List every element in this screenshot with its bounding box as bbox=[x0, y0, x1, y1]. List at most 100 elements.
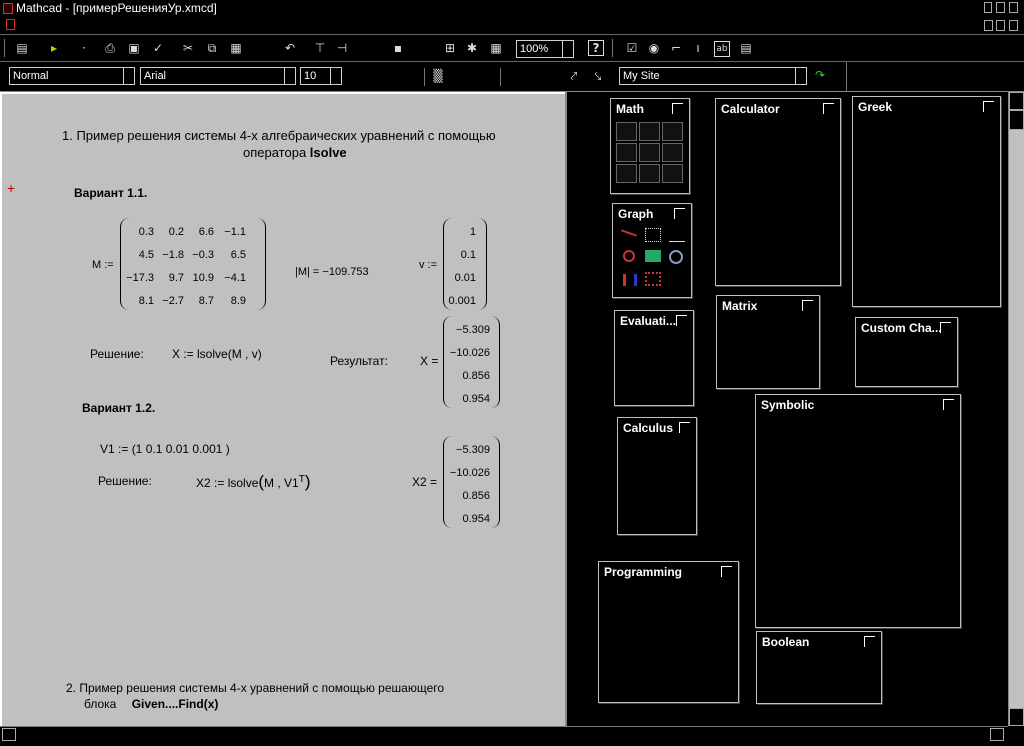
palette-close-icon[interactable] bbox=[679, 422, 690, 433]
evaluation-toolbar-icon[interactable] bbox=[616, 143, 637, 162]
bar-plot-icon[interactable] bbox=[623, 274, 637, 286]
boolean-toolbar-icon[interactable] bbox=[662, 143, 683, 162]
palette-close-icon[interactable] bbox=[721, 566, 732, 577]
insert-unit-icon[interactable]: ⊞ bbox=[442, 41, 458, 57]
palette-close-icon[interactable] bbox=[676, 315, 687, 326]
palette-close-icon[interactable] bbox=[674, 208, 685, 219]
cut-icon[interactable]: ✂ bbox=[180, 41, 196, 57]
matrix-toolbar-icon[interactable] bbox=[662, 122, 683, 141]
scroll-thumb[interactable] bbox=[1009, 110, 1024, 130]
go-back-icon[interactable]: ⤤ bbox=[566, 69, 582, 85]
doc-minimize-button[interactable] bbox=[984, 20, 993, 31]
surface-plot-icon[interactable] bbox=[669, 228, 685, 242]
spellcheck-icon[interactable]: ✓ bbox=[150, 41, 166, 57]
checkbox-control-icon[interactable]: ☑ bbox=[624, 41, 640, 57]
copy-icon[interactable]: ⧉ bbox=[204, 41, 220, 57]
palette-close-icon[interactable] bbox=[864, 636, 875, 647]
greek-palette[interactable]: Greek bbox=[852, 96, 1001, 307]
polar-plot-icon[interactable] bbox=[645, 228, 661, 242]
doc-close-button[interactable] bbox=[1009, 20, 1018, 31]
worksheet[interactable]: 1. Пример решения системы 4-х алгебраиче… bbox=[0, 92, 565, 726]
align-across-icon[interactable]: ⊣ bbox=[334, 41, 350, 57]
horizontal-scrollbar[interactable] bbox=[0, 726, 1008, 742]
paste-icon[interactable]: ▦ bbox=[228, 41, 244, 57]
undo-icon[interactable]: ↶ bbox=[282, 41, 298, 57]
heading-2-prefix: блока bbox=[84, 697, 117, 711]
3d-scatter-icon[interactable] bbox=[669, 250, 683, 264]
print-icon[interactable]: ⎙ bbox=[102, 41, 118, 57]
align-top-icon[interactable]: ⊤ bbox=[312, 41, 328, 57]
graph-palette[interactable]: Graph bbox=[612, 203, 692, 298]
font-size-select[interactable]: 10 bbox=[300, 67, 342, 85]
restore-button[interactable] bbox=[996, 2, 1005, 13]
save-icon[interactable]: · bbox=[76, 41, 92, 57]
radio-control-icon[interactable]: ◉ bbox=[646, 41, 662, 57]
graph-palette-title: Graph bbox=[618, 207, 654, 221]
m-cell: −1.1 bbox=[224, 226, 246, 238]
palette-close-icon[interactable] bbox=[823, 103, 834, 114]
chevron-down-icon[interactable] bbox=[795, 67, 807, 85]
graph-toolbar-icon[interactable] bbox=[639, 122, 660, 141]
result-label: Результат: bbox=[330, 354, 388, 368]
programming-palette[interactable]: Programming bbox=[598, 561, 739, 703]
calculus-toolbar-icon[interactable] bbox=[639, 143, 660, 162]
slider-control-icon[interactable]: ı bbox=[690, 41, 706, 57]
palette-close-icon[interactable] bbox=[672, 103, 683, 114]
textbox-control-icon[interactable]: ab bbox=[714, 41, 730, 57]
boolean-palette[interactable]: Boolean bbox=[756, 631, 882, 704]
m-cell: 8.9 bbox=[230, 295, 246, 307]
button-control-icon[interactable]: ▤ bbox=[738, 41, 754, 57]
vertical-scrollbar[interactable] bbox=[1008, 92, 1024, 726]
calculator-palette[interactable]: Calculator bbox=[715, 98, 841, 286]
close-button[interactable] bbox=[1009, 2, 1018, 13]
v-cell: 0.001 bbox=[448, 295, 476, 307]
evaluation-palette[interactable]: Evaluati... bbox=[614, 310, 694, 406]
palette-close-icon[interactable] bbox=[983, 101, 994, 112]
scroll-left-button[interactable] bbox=[2, 728, 16, 741]
math-palette[interactable]: Math bbox=[610, 98, 690, 194]
symbolic-toolbar-icon[interactable] bbox=[662, 164, 683, 183]
resource-select[interactable]: My Site bbox=[619, 67, 807, 85]
chevron-down-icon[interactable] bbox=[123, 67, 135, 85]
calculate-icon[interactable]: ✱ bbox=[464, 41, 480, 57]
chevron-down-icon[interactable] bbox=[284, 67, 296, 85]
matrix-palette[interactable]: Matrix bbox=[716, 295, 820, 389]
contour-plot-icon[interactable] bbox=[645, 250, 661, 262]
m-cell: −17.3 bbox=[126, 272, 154, 284]
programming-toolbar-icon[interactable] bbox=[616, 164, 637, 183]
list-control-icon[interactable]: ⌐ bbox=[668, 41, 684, 57]
go-arrow-icon[interactable]: ↷ bbox=[812, 68, 828, 84]
zoom-select[interactable]: 100% bbox=[516, 40, 574, 58]
help-icon[interactable]: ? bbox=[588, 40, 604, 56]
scroll-up-button[interactable] bbox=[1009, 92, 1024, 110]
spiral-plot-icon[interactable] bbox=[623, 250, 635, 262]
calculus-palette[interactable]: Calculus bbox=[617, 417, 697, 535]
minimize-button[interactable] bbox=[984, 2, 992, 13]
go-forward-icon[interactable]: ⤥ bbox=[590, 69, 606, 85]
palette-close-icon[interactable] bbox=[940, 322, 951, 333]
xy-plot-icon[interactable] bbox=[621, 229, 637, 237]
font-select[interactable]: Arial bbox=[140, 67, 296, 85]
heading-1-operator: lsolve bbox=[309, 145, 347, 160]
scroll-down-button[interactable] bbox=[1009, 708, 1024, 726]
chevron-down-icon[interactable] bbox=[562, 40, 574, 58]
symbolic-palette[interactable]: Symbolic bbox=[755, 394, 961, 628]
new-document-icon[interactable]: ▤ bbox=[14, 41, 30, 57]
m-cell: 6.6 bbox=[198, 226, 214, 238]
chevron-down-icon[interactable] bbox=[330, 67, 342, 85]
custom-characters-palette[interactable]: Custom Cha... bbox=[855, 317, 958, 387]
greek-toolbar-icon[interactable] bbox=[639, 164, 660, 183]
insert-function-icon[interactable]: ▪ bbox=[390, 41, 406, 57]
doc-restore-button[interactable] bbox=[996, 20, 1005, 31]
m-cell: 6.5 bbox=[230, 249, 246, 261]
scatter-plot-icon[interactable] bbox=[645, 272, 661, 286]
palette-close-icon[interactable] bbox=[943, 399, 954, 410]
grid-icon[interactable]: ▦ bbox=[488, 41, 504, 57]
open-folder-icon[interactable]: ▸ bbox=[46, 41, 62, 57]
palette-close-icon[interactable] bbox=[802, 300, 813, 311]
print-preview-icon[interactable]: ▣ bbox=[126, 41, 142, 57]
style-select[interactable]: Normal bbox=[9, 67, 135, 85]
scroll-right-button[interactable] bbox=[990, 728, 1004, 741]
pattern-icon[interactable]: ▒ bbox=[430, 69, 446, 85]
calculator-toolbar-icon[interactable] bbox=[616, 122, 637, 141]
